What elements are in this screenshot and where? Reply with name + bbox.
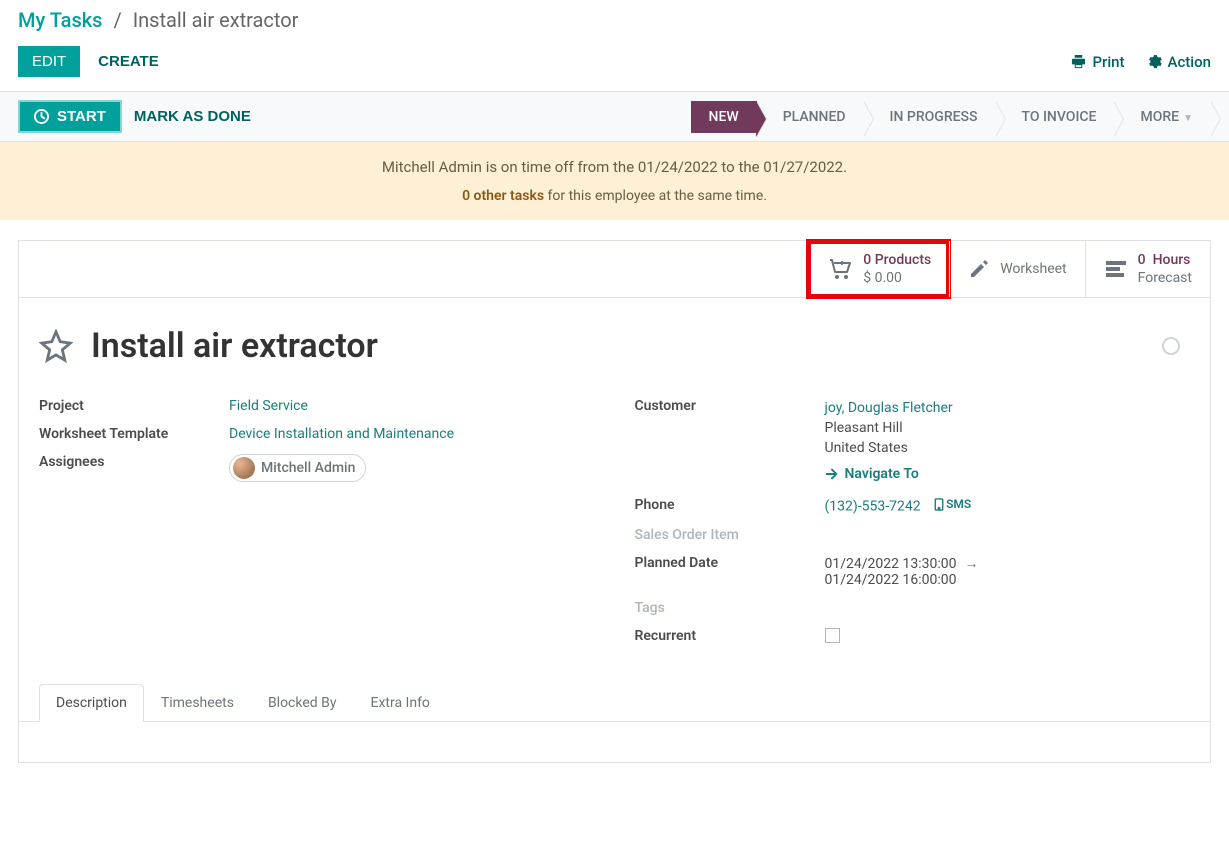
value-wstemplate[interactable]: Device Installation and Maintenance xyxy=(229,426,454,442)
task-title: Install air extractor xyxy=(91,326,378,366)
arrow-right-icon: → xyxy=(964,556,978,572)
status-inprogress[interactable]: IN PROGRESS xyxy=(864,101,996,133)
value-customer-name[interactable]: joy, Douglas Fletcher xyxy=(825,400,953,416)
avatar xyxy=(233,457,255,479)
form-columns: Project Field Service Worksheet Template… xyxy=(19,382,1210,683)
sms-button[interactable]: SMS xyxy=(934,497,971,511)
timeoff-banner: Mitchell Admin is on time off from the 0… xyxy=(0,142,1229,220)
value-soi xyxy=(825,527,1191,543)
status-toinvoice[interactable]: TO INVOICE xyxy=(996,101,1115,133)
stat-buttons: 0 Products $ 0.00 Worksheet 0 Hours Fore… xyxy=(19,241,1210,298)
print-button[interactable]: Print xyxy=(1071,53,1124,71)
label-tags: Tags xyxy=(635,600,825,616)
tasks-icon xyxy=(1104,258,1128,280)
start-button[interactable]: START xyxy=(18,100,122,133)
stat-products-button[interactable]: 0 Products $ 0.00 xyxy=(808,241,949,297)
assignee-chip[interactable]: Mitchell Admin xyxy=(229,454,366,482)
label-planned: Planned Date xyxy=(635,555,825,588)
value-phone[interactable]: (132)-553-7242 xyxy=(825,499,921,515)
actions-row: EDIT CREATE Print Action xyxy=(0,40,1229,92)
breadcrumb-sep: / xyxy=(113,8,121,32)
mark-done-button[interactable]: MARK AS DONE xyxy=(134,108,251,125)
label-recurrent: Recurrent xyxy=(635,628,825,647)
value-project[interactable]: Field Service xyxy=(229,398,308,414)
label-wstemplate: Worksheet Template xyxy=(39,426,229,442)
kanban-state-toggle[interactable] xyxy=(1162,337,1180,355)
tab-timesheets[interactable]: Timesheets xyxy=(144,684,251,722)
col-left: Project Field Service Worksheet Template… xyxy=(39,392,595,653)
form-sheet: 0 Products $ 0.00 Worksheet 0 Hours Fore… xyxy=(18,240,1211,763)
label-project: Project xyxy=(39,398,229,414)
tab-blockedby[interactable]: Blocked By xyxy=(251,684,354,722)
banner-tasks-rest: for this employee at the same time. xyxy=(544,188,767,204)
breadcrumb: My Tasks / Install air extractor xyxy=(0,0,1229,40)
edit-button[interactable]: EDIT xyxy=(18,46,80,77)
arrow-right-icon xyxy=(825,467,839,481)
banner-tasks-link[interactable]: 0 other tasks xyxy=(462,188,544,204)
create-button[interactable]: CREATE xyxy=(98,53,159,70)
status-new[interactable]: NEW xyxy=(691,101,757,133)
value-planned-start: 01/24/2022 13:30:00 xyxy=(825,556,957,572)
value-tags xyxy=(825,600,1191,616)
value-customer-country: United States xyxy=(825,438,1191,458)
col-right: Customer joy, Douglas Fletcher Pleasant … xyxy=(635,392,1191,653)
stat-forecast-button[interactable]: 0 Hours Forecast xyxy=(1085,241,1210,297)
clock-icon xyxy=(34,109,49,124)
tab-description[interactable]: Description xyxy=(39,684,144,722)
stat-worksheet-button[interactable]: Worksheet xyxy=(949,241,1084,297)
breadcrumb-leaf: Install air extractor xyxy=(133,8,299,32)
label-assignees: Assignees xyxy=(39,454,229,483)
mobile-icon xyxy=(934,498,944,511)
status-planned[interactable]: PLANNED xyxy=(757,101,864,133)
action-label: Action xyxy=(1168,53,1211,71)
recurrent-checkbox[interactable] xyxy=(825,628,840,643)
pencil-icon xyxy=(968,258,990,280)
notebook-tabs: Description Timesheets Blocked By Extra … xyxy=(19,683,1210,722)
status-more[interactable]: MORE▼ xyxy=(1114,101,1211,133)
print-label: Print xyxy=(1092,53,1124,71)
label-soi: Sales Order Item xyxy=(635,527,825,543)
tab-extrainfo[interactable]: Extra Info xyxy=(353,684,446,722)
breadcrumb-root[interactable]: My Tasks xyxy=(18,8,102,32)
cart-icon xyxy=(827,257,853,281)
action-button[interactable]: Action xyxy=(1147,53,1211,71)
value-customer-city: Pleasant Hill xyxy=(825,418,1191,438)
start-label: START xyxy=(57,108,106,125)
navigate-to-button[interactable]: Navigate To xyxy=(825,464,919,484)
banner-line1: Mitchell Admin is on time off from the 0… xyxy=(16,158,1213,176)
value-planned-end: 01/24/2022 16:00:00 xyxy=(825,572,1191,588)
title-row: Install air extractor xyxy=(19,298,1210,382)
print-icon xyxy=(1071,54,1086,69)
label-customer: Customer xyxy=(635,398,825,485)
label-phone: Phone xyxy=(635,497,825,515)
gear-icon xyxy=(1147,54,1162,69)
star-toggle[interactable] xyxy=(39,329,73,363)
assignee-name: Mitchell Admin xyxy=(261,460,355,476)
status-steps: NEW PLANNED IN PROGRESS TO INVOICE MORE▼ xyxy=(691,101,1211,133)
chevron-down-icon: ▼ xyxy=(1183,113,1193,124)
statusbar: START MARK AS DONE NEW PLANNED IN PROGRE… xyxy=(0,92,1229,142)
